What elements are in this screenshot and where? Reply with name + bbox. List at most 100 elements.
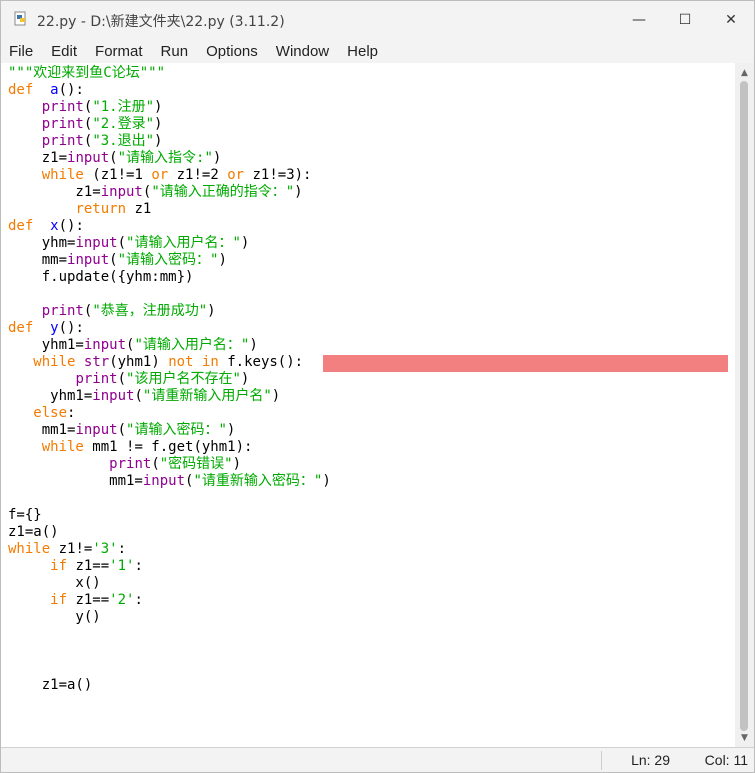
code-line[interactable]: z1=input("请输入指令:") <box>8 150 331 167</box>
code-token: "请重新输入用户名" <box>142 388 272 404</box>
code-token: ( <box>109 252 118 268</box>
minimize-button[interactable]: — <box>616 1 662 39</box>
code-line[interactable]: print("1.注册") <box>8 99 331 116</box>
code-line[interactable]: z1=a() <box>8 524 331 541</box>
code-line[interactable]: y() <box>8 609 331 626</box>
code-token: z1!=2 <box>168 167 228 183</box>
code-token: x() <box>8 575 101 591</box>
code-token: ) <box>154 99 163 115</box>
code-token: "请重新输入密码：" <box>193 473 323 489</box>
code-token: def <box>8 320 34 336</box>
code-token: ) <box>232 456 242 472</box>
code-line[interactable]: """欢迎来到鱼C论坛""" <box>8 65 331 82</box>
code-token: : <box>134 592 143 608</box>
code-line[interactable]: f={} <box>8 507 331 524</box>
scroll-thumb[interactable] <box>740 81 748 731</box>
code-line[interactable]: mm1=input("请输入密码：") <box>8 422 331 439</box>
code-token: z1!=3): <box>244 167 312 183</box>
code-line[interactable]: if z1=='1': <box>8 558 331 575</box>
code-line[interactable]: return z1 <box>8 201 331 218</box>
code-token: "恭喜，注册成功" <box>92 303 208 319</box>
code-line[interactable]: yhm1=input("请重新输入用户名") <box>8 388 331 405</box>
code-token: ) <box>154 133 163 149</box>
code-line[interactable] <box>8 626 331 643</box>
code-line[interactable]: while z1!='3': <box>8 541 331 558</box>
code-line[interactable]: mm1=input("请重新输入密码：") <box>8 473 331 490</box>
code-token: print <box>109 456 152 472</box>
code-line[interactable]: print("该用户名不存在") <box>8 371 331 388</box>
menu-format[interactable]: Format <box>86 43 152 60</box>
code-line[interactable]: while mm1 != f.get(yhm1): <box>8 439 331 456</box>
code-token: ) <box>294 184 303 200</box>
code-line[interactable]: x() <box>8 575 331 592</box>
code-line[interactable]: yhm=input("请输入用户名：") <box>8 235 331 252</box>
code-token: ) <box>154 116 163 132</box>
code-token: ) <box>218 252 227 268</box>
code-token: else <box>33 405 68 421</box>
status-separator <box>601 751 602 770</box>
menu-file[interactable]: File <box>1 43 42 60</box>
close-button[interactable]: ✕ <box>708 1 754 39</box>
menu-edit[interactable]: Edit <box>42 43 86 60</box>
menu-run[interactable]: Run <box>152 43 198 60</box>
menu-help[interactable]: Help <box>338 43 387 60</box>
code-line[interactable]: print("恭喜，注册成功") <box>8 303 331 320</box>
code-token: ) <box>207 303 216 319</box>
code-line[interactable]: else: <box>8 405 331 422</box>
code-token: ) <box>212 150 222 166</box>
code-token: x <box>50 218 59 234</box>
code-line[interactable]: while (z1!=1 or z1!=2 or z1!=3): <box>8 167 331 184</box>
code-token: : <box>134 558 143 574</box>
code-line[interactable] <box>8 286 331 303</box>
code-token: mm1 != f.get(yhm1): <box>83 439 253 455</box>
code-line[interactable]: def x(): <box>8 218 331 235</box>
menu-window[interactable]: Window <box>267 43 338 60</box>
code-token: input <box>83 337 127 353</box>
code-line[interactable] <box>8 490 331 507</box>
code-token: a <box>50 82 59 98</box>
code-token: "密码错误" <box>159 456 233 472</box>
code-line[interactable]: f.update({yhm:mm}) <box>8 269 331 286</box>
code-token: "1.注册" <box>92 99 155 115</box>
code-line[interactable]: yhm1=input("请输入用户名：") <box>8 337 331 354</box>
code-token: in <box>201 354 219 370</box>
code-line[interactable]: z1=input("请输入正确的指令：") <box>8 184 331 201</box>
scroll-down-arrow-icon[interactable]: ▼ <box>738 733 751 743</box>
code-token: input <box>75 235 118 251</box>
code-token: "请输入密码：" <box>117 252 219 268</box>
code-text[interactable]: """欢迎来到鱼C论坛""" def a(): print("1.注册") pri… <box>8 65 331 694</box>
error-highlight <box>323 355 728 372</box>
vertical-scrollbar[interactable]: ▲ ▼ <box>735 63 754 747</box>
code-token: while <box>41 439 84 455</box>
code-token: f={} <box>8 507 42 523</box>
code-token: input <box>100 184 143 200</box>
code-token: input <box>142 473 186 489</box>
scroll-up-arrow-icon[interactable]: ▲ <box>738 68 751 78</box>
code-token: while <box>41 167 84 183</box>
code-line[interactable]: print("2.登录") <box>8 116 331 133</box>
code-line[interactable] <box>8 643 331 660</box>
code-token: ( <box>151 456 160 472</box>
menu-options[interactable]: Options <box>197 43 267 60</box>
code-line[interactable]: print("3.退出") <box>8 133 331 150</box>
maximize-icon: ☐ <box>678 12 692 28</box>
title-bar[interactable]: 22.py - D:\新建文件夹\22.py (3.11.2) — ☐ ✕ <box>1 1 754 39</box>
code-token: '3' <box>92 541 118 557</box>
code-token: input <box>67 252 110 268</box>
code-line[interactable]: if z1=='2': <box>8 592 331 609</box>
code-line[interactable]: z1=a() <box>8 677 331 694</box>
code-token: yhm= <box>8 235 76 251</box>
code-line[interactable]: print("密码错误") <box>8 456 331 473</box>
code-token: "请输入用户名：" <box>134 337 250 353</box>
code-line[interactable]: def a(): <box>8 82 331 99</box>
maximize-button[interactable]: ☐ <box>662 1 708 39</box>
code-token: (z1!=1 <box>83 167 152 183</box>
code-line[interactable]: mm=input("请输入密码：") <box>8 252 331 269</box>
code-line[interactable] <box>8 660 331 677</box>
code-line[interactable]: def y(): <box>8 320 331 337</box>
code-line[interactable]: while str(yhm1) not in f.keys(): <box>8 354 331 371</box>
code-editor[interactable]: """欢迎来到鱼C论坛""" def a(): print("1.注册") pri… <box>1 63 735 747</box>
code-token: return <box>75 201 127 217</box>
